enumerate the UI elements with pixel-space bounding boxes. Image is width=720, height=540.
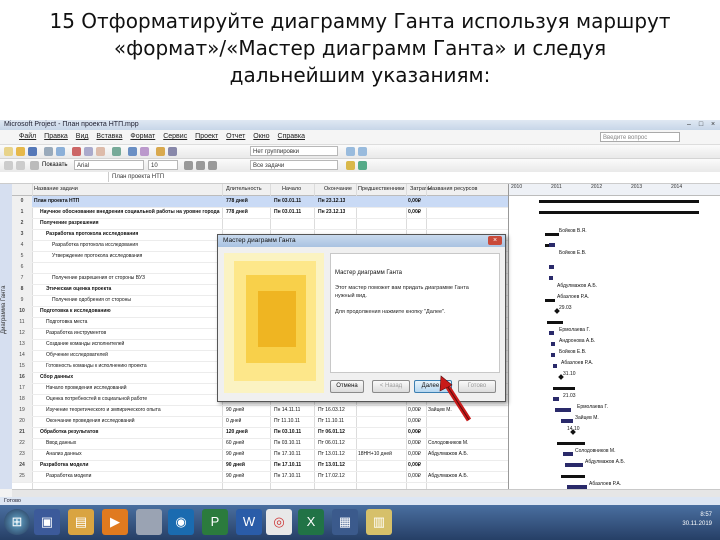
pointer-arrow — [439, 375, 472, 422]
